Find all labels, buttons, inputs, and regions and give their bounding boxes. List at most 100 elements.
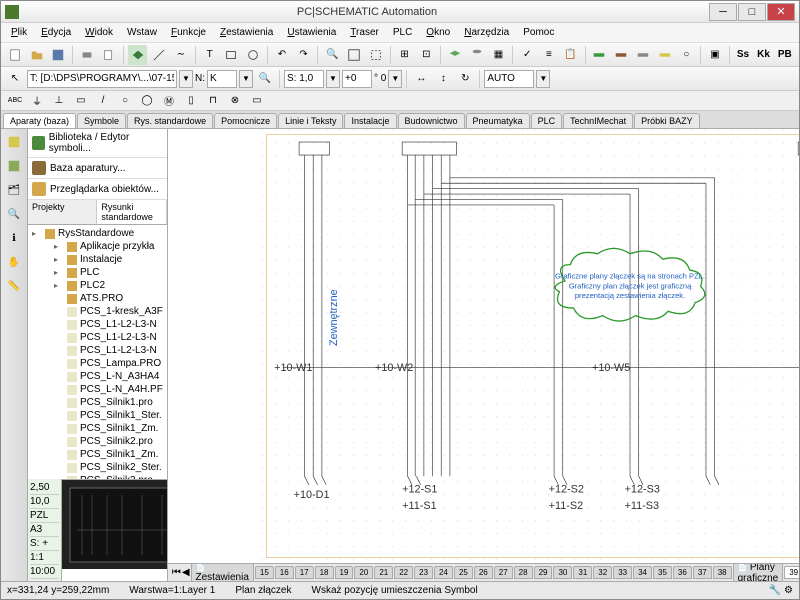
redo-icon[interactable]: ↷	[294, 45, 314, 65]
new-icon[interactable]	[5, 45, 25, 65]
find-icon[interactable]: 🔍	[3, 203, 25, 225]
page-preview[interactable]	[62, 479, 167, 569]
measure-icon[interactable]: 📏	[3, 275, 25, 297]
sym-motor-icon[interactable]: Ⓜ	[159, 91, 179, 111]
menu-edycja[interactable]: Edycja	[35, 25, 77, 40]
sym-contact-icon[interactable]: ⊥	[49, 91, 69, 111]
subtab-projekty[interactable]: Projekty	[28, 200, 97, 224]
menu-plc[interactable]: PLC	[387, 25, 418, 40]
tree-view[interactable]: ▸RysStandardowe ▸Aplikacje przykła▸Insta…	[28, 225, 167, 479]
symbol-tool-icon[interactable]	[128, 45, 148, 65]
s-dropdown[interactable]: ▼	[326, 70, 340, 88]
ptab-num[interactable]: 17	[295, 566, 314, 579]
tree-item[interactable]: PCS_L1-L2-L3-N	[30, 344, 165, 357]
check-icon[interactable]: ✓	[517, 45, 537, 65]
tree-item[interactable]: PCS_Silnik1_Zm.	[30, 422, 165, 435]
ptab-num[interactable]: 36	[673, 566, 692, 579]
print-icon[interactable]	[77, 45, 97, 65]
tree-item[interactable]: PCS_L-N_A3HA4	[30, 370, 165, 383]
menu-traser[interactable]: Traser	[344, 25, 385, 40]
menu-plik[interactable]: Plik	[5, 25, 33, 40]
ptab-num[interactable]: 28	[514, 566, 533, 579]
components-icon[interactable]: ▦	[489, 45, 509, 65]
zoom-icon[interactable]: 🔍	[322, 45, 342, 65]
save-icon[interactable]	[48, 45, 68, 65]
pointer-icon[interactable]: ↖	[5, 69, 25, 89]
cattab-symbole[interactable]: Symbole	[77, 113, 126, 128]
ptab-num[interactable]: 30	[553, 566, 572, 579]
panel-biblioteka[interactable]: Biblioteka / Edytor symboli...	[28, 129, 167, 158]
cattab-pneu[interactable]: Pneumatyka	[466, 113, 530, 128]
list-icon[interactable]: ≡	[539, 45, 559, 65]
menu-okno[interactable]: Okno	[420, 25, 456, 40]
cattab-plc[interactable]: PLC	[531, 113, 563, 128]
tree-item[interactable]: PCS_Silnik2_Ster.	[30, 461, 165, 474]
ptab-zest[interactable]: 📄 Zestawienia	[191, 563, 254, 581]
tree-item[interactable]: PCS_L1-L2-L3-N	[30, 331, 165, 344]
wire-gray-icon[interactable]	[633, 45, 653, 65]
info-icon[interactable]: ℹ	[3, 227, 25, 249]
path-field[interactable]	[27, 70, 177, 88]
arc-tool-icon[interactable]: ∼	[171, 45, 191, 65]
tree-item[interactable]: ▸Instalacje	[30, 253, 165, 266]
cattab-rys[interactable]: Rys. standardowe	[127, 113, 213, 128]
cattab-pomoc[interactable]: Pomocnicze	[214, 113, 277, 128]
zero-field[interactable]	[342, 70, 372, 88]
panel-przegladarka[interactable]: Przeglądarka obiektów...	[28, 179, 167, 200]
tree-item[interactable]: PCS_Silnik1.pro	[30, 396, 165, 409]
ptab-num[interactable]: 21	[374, 566, 393, 579]
mirror-v-icon[interactable]: ↕	[433, 69, 453, 89]
path-dropdown[interactable]: ▼	[179, 70, 193, 88]
n-dropdown[interactable]: ▼	[239, 70, 253, 88]
wire-yellow-icon[interactable]	[655, 45, 675, 65]
tree-item[interactable]: PCS_L-N_A4H.PF	[30, 383, 165, 396]
zoom-window-icon[interactable]	[366, 45, 386, 65]
zoom-fit-icon[interactable]	[344, 45, 364, 65]
rect-tool-icon[interactable]	[222, 45, 242, 65]
ptab-num[interactable]: 24	[434, 566, 453, 579]
text-tool-icon[interactable]: T	[200, 45, 220, 65]
sym-fuse-icon[interactable]: ▯	[181, 91, 201, 111]
ptab-num[interactable]: 33	[613, 566, 632, 579]
sym-contactor-icon[interactable]: ⊓	[203, 91, 223, 111]
menu-pomoc[interactable]: Pomoc	[517, 25, 560, 40]
ptab-num[interactable]: 34	[633, 566, 652, 579]
proj-tree-icon[interactable]: 🗂	[3, 179, 25, 201]
undo-icon[interactable]: ↶	[272, 45, 292, 65]
wire-brown-icon[interactable]	[611, 45, 631, 65]
tree-item[interactable]: ▸PLC	[30, 266, 165, 279]
tree-item[interactable]: PCS_L1-L2-L3-N	[30, 318, 165, 331]
sym-ground-icon[interactable]: ⏚	[27, 91, 47, 111]
tree-item[interactable]: PCS_Silnik2.pro	[30, 435, 165, 448]
menu-narzedzia[interactable]: Narzędzia	[458, 25, 515, 40]
mirror-h-icon[interactable]: ↔	[411, 69, 431, 89]
grid-icon[interactable]: ⊞	[395, 45, 415, 65]
ptab-num[interactable]: 37	[693, 566, 712, 579]
ptab-num[interactable]: 31	[573, 566, 592, 579]
menu-funkcje[interactable]: Funkcje	[165, 25, 212, 40]
tree-item[interactable]: PCS_1-kresk_A3F	[30, 305, 165, 318]
maximize-button[interactable]: □	[738, 3, 766, 21]
sym-relay-icon[interactable]: ▭	[71, 91, 91, 111]
wire-green-icon[interactable]	[589, 45, 609, 65]
ptab-nav-first[interactable]: ⏮	[172, 567, 181, 578]
cattab-inst[interactable]: Instalacje	[344, 113, 396, 128]
report-icon[interactable]: 📋	[561, 45, 581, 65]
ptab-num[interactable]: 25	[454, 566, 473, 579]
ptab-num[interactable]: 20	[354, 566, 373, 579]
search-icon[interactable]: 🔍	[255, 69, 275, 89]
minimize-button[interactable]: ─	[709, 3, 737, 21]
ptab-num[interactable]: 16	[275, 566, 294, 579]
kk-button[interactable]: Kk	[754, 45, 773, 65]
sym-switch-icon[interactable]: /	[93, 91, 113, 111]
sym-coil-icon[interactable]: ◯	[137, 91, 157, 111]
layers-icon[interactable]	[445, 45, 465, 65]
menu-wstaw[interactable]: Wstaw	[121, 25, 163, 40]
database-icon[interactable]	[467, 45, 487, 65]
ptab-active[interactable]: 39	[784, 566, 799, 579]
ptab-num[interactable]: 19	[335, 566, 354, 579]
tree-item[interactable]: PCS_Silnik1_Zm.	[30, 448, 165, 461]
n-field[interactable]	[207, 70, 237, 88]
cattab-probki[interactable]: Próbki BAZY	[634, 113, 700, 128]
sym-res-icon[interactable]: ▭	[247, 91, 267, 111]
